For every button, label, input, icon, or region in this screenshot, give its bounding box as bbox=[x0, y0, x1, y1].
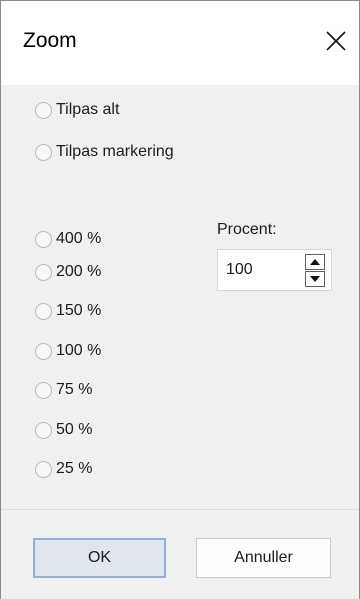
triangle-up-icon bbox=[310, 259, 320, 265]
radio-circle bbox=[35, 143, 52, 161]
radio-zoom-75[interactable]: 75 % bbox=[35, 378, 92, 402]
radio-zoom-25[interactable]: 25 % bbox=[35, 457, 92, 481]
radio-circle bbox=[35, 342, 52, 360]
radio-zoom-400[interactable]: 400 % bbox=[35, 227, 101, 251]
radio-label: 25 % bbox=[56, 460, 93, 477]
radio-circle bbox=[35, 302, 52, 320]
radio-fit-all[interactable]: Tilpas alt bbox=[35, 98, 119, 122]
radio-circle bbox=[35, 263, 52, 281]
radio-label: 200 % bbox=[56, 263, 102, 280]
radio-label: 100 % bbox=[56, 342, 102, 359]
spin-down-button[interactable] bbox=[305, 271, 325, 287]
radio-zoom-200[interactable]: 200 % bbox=[35, 260, 101, 284]
radio-label: 150 % bbox=[56, 302, 102, 319]
dialog-footer: OK Annuller bbox=[1, 509, 359, 599]
radio-zoom-50[interactable]: 50 % bbox=[35, 418, 92, 442]
radio-label: Tilpas markering bbox=[56, 143, 174, 160]
title-bar: Zoom bbox=[1, 1, 359, 85]
radio-circle bbox=[35, 381, 52, 399]
spin-up-button[interactable] bbox=[305, 254, 325, 270]
radio-circle bbox=[35, 421, 52, 439]
close-button[interactable] bbox=[313, 19, 359, 65]
close-icon bbox=[326, 31, 346, 51]
triangle-down-icon bbox=[310, 276, 320, 282]
radio-circle bbox=[35, 460, 52, 478]
zoom-dialog: Zoom Tilpas alt Tilpas markering 400 % 2… bbox=[0, 0, 360, 599]
radio-zoom-100[interactable]: 100 % bbox=[35, 339, 101, 363]
percent-input[interactable] bbox=[226, 259, 296, 281]
radio-zoom-150[interactable]: 150 % bbox=[35, 299, 101, 323]
radio-label: 50 % bbox=[56, 421, 93, 438]
dialog-title: Zoom bbox=[23, 29, 77, 52]
radio-circle bbox=[35, 230, 52, 248]
radio-label: Tilpas alt bbox=[56, 101, 120, 118]
radio-fit-selection[interactable]: Tilpas markering bbox=[35, 140, 174, 164]
radio-circle bbox=[35, 101, 52, 119]
cancel-button[interactable]: Annuller bbox=[196, 538, 331, 578]
radio-label: 400 % bbox=[56, 230, 102, 247]
ok-button[interactable]: OK bbox=[33, 538, 166, 578]
percent-spinner bbox=[217, 249, 332, 291]
radio-label: 75 % bbox=[56, 381, 93, 398]
percent-label: Procent: bbox=[217, 221, 277, 238]
